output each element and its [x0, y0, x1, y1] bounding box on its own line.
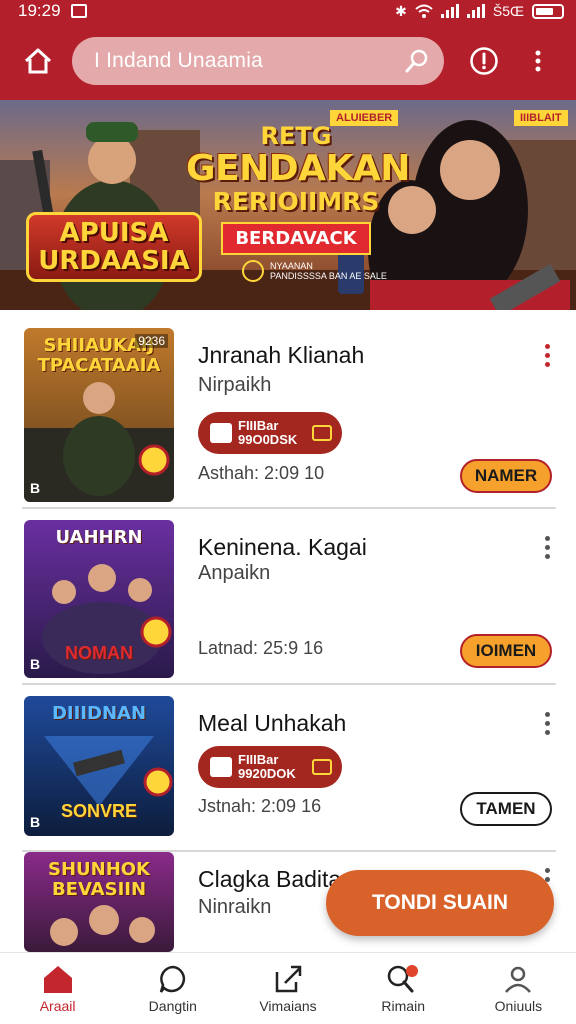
app-bar: I Indand Unaamia	[0, 22, 576, 100]
banner-title-main: GENDAKAN	[186, 148, 410, 189]
list-item[interactable]: UAHHRN NOMAN B Keninena. Kagai Anpaikn L…	[0, 508, 576, 685]
thumbnail-badge: B	[30, 656, 41, 672]
price-value: 9920DOK	[238, 766, 296, 781]
thumbnail-title: UAHHRN	[55, 527, 143, 548]
thumbnail-title: SHUNHOK BEVASIIN	[47, 859, 151, 900]
ticket-icon	[312, 425, 332, 441]
item-action-button[interactable]: IOIMEN	[460, 634, 552, 668]
fab-button[interactable]: TONDI SUAIN	[326, 870, 554, 936]
nav-item-home[interactable]: Araail	[0, 953, 115, 1024]
status-icons: ✱ Š5Œ	[395, 3, 564, 20]
nav-item-chat[interactable]: Dangtin	[115, 953, 230, 1024]
signal-icon	[440, 4, 459, 18]
alert-icon	[470, 47, 498, 75]
home-icon	[43, 965, 72, 993]
item-more-button[interactable]	[536, 340, 558, 370]
thumbnail-badge: B	[30, 814, 41, 830]
home-icon	[24, 48, 52, 74]
profile-icon	[505, 966, 532, 993]
alert-button[interactable]	[460, 37, 508, 85]
item-title[interactable]: Meal Unhakah	[198, 710, 346, 737]
list-item[interactable]: SHIIAUKAIJ TPACATAAIA 9236 B Jnranah Kli…	[0, 310, 576, 509]
bottom-nav: Araail Dangtin Vimaians Rimain Oniuuls	[0, 952, 576, 1024]
sponsor-line2: PANDISSSSA BAN AE SALE	[270, 271, 387, 281]
status-extra: Š5Œ	[492, 3, 524, 19]
ticket-icon	[312, 759, 332, 775]
search-notification-icon	[387, 964, 419, 992]
wifi-icon	[415, 4, 433, 18]
item-subtitle: Nirpaikh	[198, 374, 272, 396]
price-label: FIIIBar	[238, 752, 279, 767]
price-tag[interactable]: FIIIBar 9920DOK	[198, 746, 342, 788]
item-action-button[interactable]: NAMER	[460, 459, 552, 493]
battery-icon	[532, 3, 564, 19]
signal-2-icon	[466, 4, 485, 18]
banner-left-logo: APUISA URDAASIA	[26, 212, 202, 282]
sponsor-line1: NYAANAN	[270, 261, 313, 271]
item-thumbnail[interactable]: SHIIAUKAIJ TPACATAAIA 9236 B	[24, 328, 174, 502]
banner-title-top: RETG	[260, 122, 332, 150]
item-title[interactable]: Keninena. Kagai	[198, 534, 367, 561]
home-button[interactable]	[14, 37, 62, 85]
notification-icon	[70, 4, 87, 18]
item-date: Asthah: 2:09 10	[198, 463, 325, 483]
promo-banner[interactable]: ALUIEBER IIIBLAIT RETG GENDAKAN RERIOIIM…	[0, 100, 576, 310]
item-subtitle: Anpaikn	[198, 562, 271, 584]
nav-item-profile[interactable]: Oniuuls	[461, 953, 576, 1024]
status-bar: 19:29 ✱ Š5Œ	[0, 0, 576, 22]
bluetooth-icon: ✱	[395, 2, 407, 19]
nav-label: Dangtin	[148, 997, 197, 1014]
item-thumbnail[interactable]: DIIIDNAN SONVRE B	[24, 696, 174, 836]
item-subtitle: Ninraikn	[198, 896, 272, 918]
banner-ribbon: BERDAVACK	[221, 222, 371, 255]
thumbnail-code: 9236	[135, 334, 168, 348]
item-thumbnail[interactable]: SHUNHOK BEVASIIN	[24, 852, 174, 952]
search-icon[interactable]	[404, 48, 430, 74]
item-date: Latnad: 25:9 16	[198, 638, 324, 658]
thumbnail-title: DIIIDNAN	[51, 703, 147, 724]
item-more-button[interactable]	[536, 532, 558, 562]
sponsor-logo-icon	[242, 260, 264, 282]
search-input[interactable]: I Indand Unaamia	[94, 49, 404, 73]
flag-icon	[210, 757, 232, 777]
banner-logo-line2: URDAASIA	[38, 246, 190, 276]
chat-icon	[159, 965, 185, 993]
banner-title-sub: RERIOIIMRS	[212, 187, 380, 216]
item-more-button[interactable]	[536, 708, 558, 738]
thumbnail-badge: B	[30, 480, 41, 496]
item-title[interactable]: Jnranah Klianah	[198, 342, 364, 369]
item-action-button[interactable]: TAMEN	[460, 792, 552, 826]
price-label: FIIIBar	[238, 418, 279, 433]
more-vertical-icon	[535, 50, 541, 72]
flag-icon	[210, 423, 232, 443]
item-thumbnail[interactable]: UAHHRN NOMAN B	[24, 520, 174, 678]
nav-label: Oniuuls	[494, 997, 543, 1014]
thumbnail-subtitle: NOMAN	[65, 643, 133, 663]
list-item[interactable]: DIIIDNAN SONVRE B Meal Unhakah FIIIBar 9…	[0, 684, 576, 852]
nav-label: Rimain	[381, 997, 425, 1014]
nav-item-share[interactable]: Vimaians	[230, 953, 345, 1024]
price-value: 99O0DSK	[238, 432, 298, 447]
banner-logo-line1: APUISA	[59, 218, 169, 248]
share-icon	[275, 965, 302, 992]
overflow-menu-button[interactable]	[514, 37, 562, 85]
banner-sponsor: NYAANAN PANDISSSSA BAN AE SALE	[242, 260, 387, 282]
item-date: Jstnah: 2:09 16	[198, 796, 322, 816]
banner-title: RETG GENDAKAN RERIOIIMRS BERDAVACK	[186, 122, 410, 255]
search-bar[interactable]: I Indand Unaamia	[72, 37, 444, 85]
thumbnail-subtitle: SONVRE	[60, 801, 138, 821]
nav-item-search[interactable]: Rimain	[346, 953, 461, 1024]
item-title[interactable]: Clagka Badita	[198, 866, 341, 893]
banner-tag-right: IIIBLAIT	[514, 110, 568, 126]
nav-label: Vimaians	[259, 997, 317, 1014]
price-tag[interactable]: FIIIBar 99O0DSK	[198, 412, 342, 454]
nav-label: Araail	[39, 997, 76, 1014]
status-time: 19:29	[18, 1, 61, 20]
